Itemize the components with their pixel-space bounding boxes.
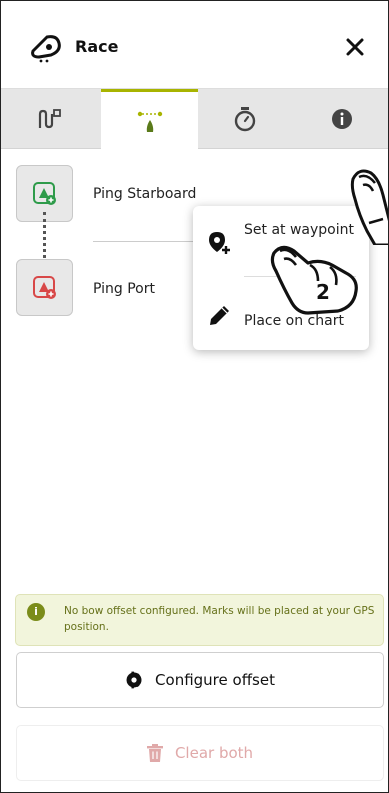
start-line-icon (137, 111, 162, 132)
hand-pointer-icon: 2 (270, 245, 358, 315)
ping-port-icon (32, 275, 56, 299)
ping-port-button[interactable] (16, 259, 73, 316)
tab-timer[interactable] (196, 89, 293, 149)
tab-start-line[interactable] (101, 89, 198, 149)
info-icon (331, 109, 352, 129)
close-icon[interactable] (343, 35, 367, 59)
timer-icon (234, 107, 255, 132)
info-notice-text: No bow offset configured. Marks will be … (64, 605, 375, 633)
waypoint-pin-icon (209, 232, 230, 254)
ping-starboard-icon (32, 181, 56, 205)
tab-bar (1, 89, 388, 149)
menu-item-label: Set at waypoint (244, 222, 354, 238)
pencil-icon (210, 306, 229, 325)
hand-pointer-icon (350, 169, 388, 245)
tab-info[interactable] (293, 89, 388, 149)
clear-both-label: Clear both (174, 744, 254, 762)
tab-route[interactable] (1, 89, 98, 149)
ping-divider (93, 241, 203, 242)
clear-both-button[interactable]: Clear both (16, 725, 384, 781)
gesture-step-number: 2 (316, 280, 330, 304)
race-panel: Race Ping Starboard Ping Port Set at way… (0, 0, 389, 793)
trash-icon (146, 744, 163, 762)
info-notice: i No bow offset configured. Marks will b… (15, 594, 384, 646)
panel-header: Race (1, 1, 388, 89)
page-title: Race (75, 37, 119, 56)
ping-port-label: Ping Port (93, 281, 155, 297)
sailboat-logo-icon (31, 35, 61, 63)
ping-connector (43, 212, 46, 258)
info-icon: i (27, 603, 45, 621)
route-icon (38, 109, 61, 129)
ping-starboard-label: Ping Starboard (93, 186, 197, 202)
configure-offset-label: Configure offset (155, 671, 275, 689)
gear-icon (126, 671, 142, 689)
configure-offset-button[interactable]: Configure offset (16, 652, 384, 708)
